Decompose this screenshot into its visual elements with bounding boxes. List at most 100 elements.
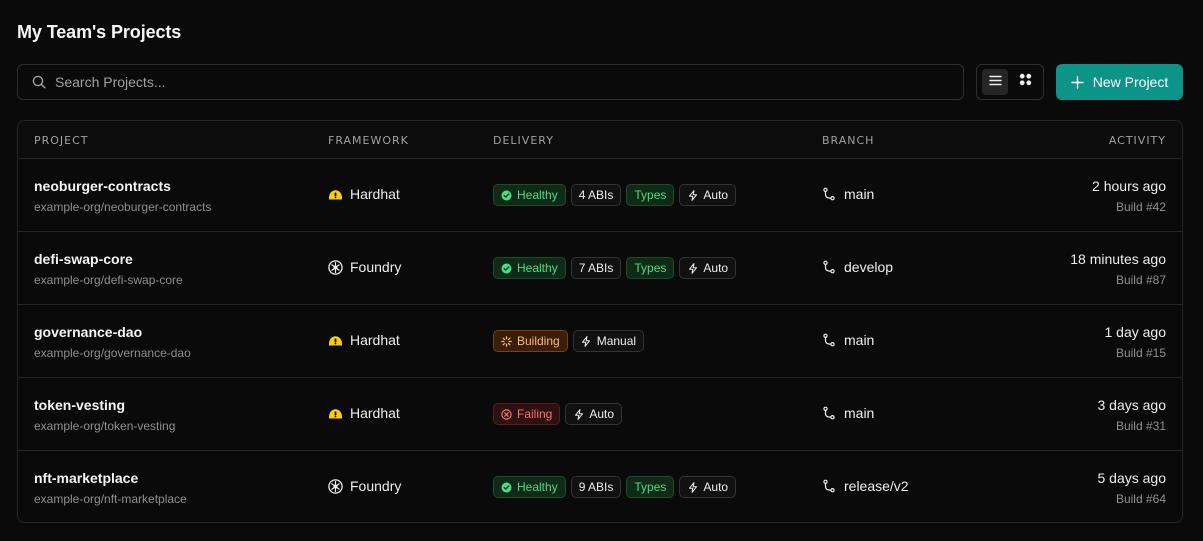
framework-cell: Foundry — [328, 478, 401, 494]
branch-label: main — [844, 332, 875, 348]
status-label: Building — [517, 334, 560, 348]
types-badge: Types — [626, 184, 675, 206]
deploy-mode-label: Manual — [596, 334, 637, 348]
header-activity[interactable]: ACTIVITY — [1109, 134, 1166, 147]
delivery-cell: Failing Auto — [493, 403, 623, 425]
bolt-icon — [581, 335, 592, 347]
delivery-cell: Building Manual — [493, 330, 645, 352]
hardhat-icon — [328, 333, 343, 348]
framework-cell: Hardhat — [328, 405, 400, 421]
deploy-mode-badge: Auto — [679, 257, 737, 279]
git-branch-icon — [822, 333, 836, 347]
hardhat-icon — [328, 406, 343, 421]
activity-time: 3 days ago — [1097, 397, 1167, 413]
table-row[interactable]: defi-swap-core example-org/defi-swap-core… — [18, 232, 1182, 305]
header-branch[interactable]: BRANCH — [822, 134, 874, 147]
status-label: Failing — [517, 407, 553, 421]
branch-cell: main — [822, 332, 874, 348]
status-badge: Building — [493, 330, 568, 352]
branch-label: main — [844, 405, 875, 421]
project-name[interactable]: governance-dao — [34, 324, 142, 340]
new-project-label: New Project — [1092, 74, 1169, 90]
delivery-cell: Healthy 4 ABIs Types Auto — [493, 184, 737, 206]
branch-label: main — [844, 186, 875, 202]
hardhat-icon — [328, 187, 343, 202]
bolt-icon — [687, 481, 698, 493]
status-badge: Healthy — [493, 476, 566, 498]
check-circle-icon — [501, 482, 512, 493]
framework-cell: Foundry — [328, 259, 401, 275]
search-input[interactable] — [55, 65, 963, 99]
abis-badge: 7 ABIs — [570, 257, 622, 279]
table-row[interactable]: governance-dao example-org/governance-dao… — [18, 305, 1182, 378]
header-project[interactable]: PROJECT — [34, 134, 89, 147]
project-name[interactable]: nft-marketplace — [34, 470, 138, 486]
deploy-mode-label: Auto — [703, 480, 729, 494]
deploy-mode-label: Auto — [703, 188, 729, 202]
bolt-icon — [687, 189, 698, 201]
header-delivery[interactable]: DELIVERY — [493, 134, 554, 147]
foundry-icon — [328, 478, 343, 494]
project-repo: example-org/governance-dao — [34, 346, 191, 360]
framework-cell: Hardhat — [328, 332, 400, 348]
status-badge: Failing — [493, 403, 561, 425]
project-repo: example-org/nft-marketplace — [34, 492, 187, 506]
framework-label: Hardhat — [350, 186, 400, 202]
framework-label: Foundry — [350, 259, 402, 275]
table-row[interactable]: token-vesting example-org/token-vesting Ha… — [18, 378, 1182, 451]
deploy-mode-badge: Auto — [679, 184, 737, 206]
header-framework[interactable]: FRAMEWORK — [328, 134, 409, 147]
grid-icon — [1019, 73, 1032, 91]
branch-cell: release/v2 — [822, 478, 909, 494]
table-row[interactable]: nft-marketplace example-org/nft-marketpla… — [18, 451, 1182, 522]
status-label: Healthy — [517, 188, 558, 202]
bolt-icon — [687, 262, 698, 274]
new-project-button[interactable]: New Project — [1056, 64, 1183, 100]
git-branch-icon — [822, 479, 836, 493]
foundry-icon — [328, 259, 343, 275]
build-number: Build #42 — [1115, 200, 1166, 214]
search-icon — [31, 74, 47, 90]
grid-view-button[interactable] — [1012, 69, 1038, 95]
deploy-mode-label: Auto — [703, 261, 729, 275]
activity-time: 5 days ago — [1097, 470, 1167, 486]
bolt-icon — [573, 408, 584, 420]
deploy-mode-badge: Auto — [679, 476, 737, 498]
search-box[interactable] — [17, 64, 964, 100]
project-name[interactable]: token-vesting — [34, 397, 125, 413]
list-icon — [988, 73, 1002, 91]
project-name[interactable]: neoburger-contracts — [34, 178, 171, 194]
plus-icon — [1071, 75, 1085, 89]
table-header: PROJECT FRAMEWORK DELIVERY BRANCH ACTIVI… — [18, 121, 1182, 159]
abis-badge: 9 ABIs — [570, 476, 622, 498]
spinner-icon — [501, 335, 512, 347]
project-name[interactable]: defi-swap-core — [34, 251, 133, 267]
branch-label: release/v2 — [844, 478, 909, 494]
types-badge: Types — [626, 257, 675, 279]
table-row[interactable]: neoburger-contracts example-org/neoburger… — [18, 159, 1182, 232]
list-view-button[interactable] — [982, 69, 1008, 95]
view-toggle — [976, 64, 1044, 100]
git-branch-icon — [822, 187, 836, 201]
branch-label: develop — [844, 259, 894, 275]
project-repo: example-org/defi-swap-core — [34, 273, 183, 287]
projects-table: PROJECT FRAMEWORK DELIVERY BRANCH ACTIVI… — [17, 120, 1183, 523]
framework-cell: Hardhat — [328, 186, 400, 202]
activity-time: 18 minutes ago — [1070, 251, 1166, 267]
git-branch-icon — [822, 406, 836, 420]
activity-time: 1 day ago — [1104, 324, 1167, 340]
project-repo: example-org/token-vesting — [34, 419, 176, 433]
framework-label: Hardhat — [350, 332, 400, 348]
branch-cell: main — [822, 405, 874, 421]
activity-time: 2 hours ago — [1092, 178, 1166, 194]
project-repo: example-org/neoburger-contracts — [34, 200, 212, 214]
delivery-cell: Healthy 7 ABIs Types Auto — [493, 257, 737, 279]
status-label: Healthy — [517, 261, 558, 275]
framework-label: Hardhat — [350, 405, 400, 421]
error-circle-icon — [501, 408, 512, 420]
types-badge: Types — [626, 476, 675, 498]
deploy-mode-badge: Auto — [565, 403, 623, 425]
framework-label: Foundry — [350, 478, 402, 494]
build-number: Build #31 — [1115, 419, 1166, 433]
status-badge: Healthy — [493, 184, 566, 206]
